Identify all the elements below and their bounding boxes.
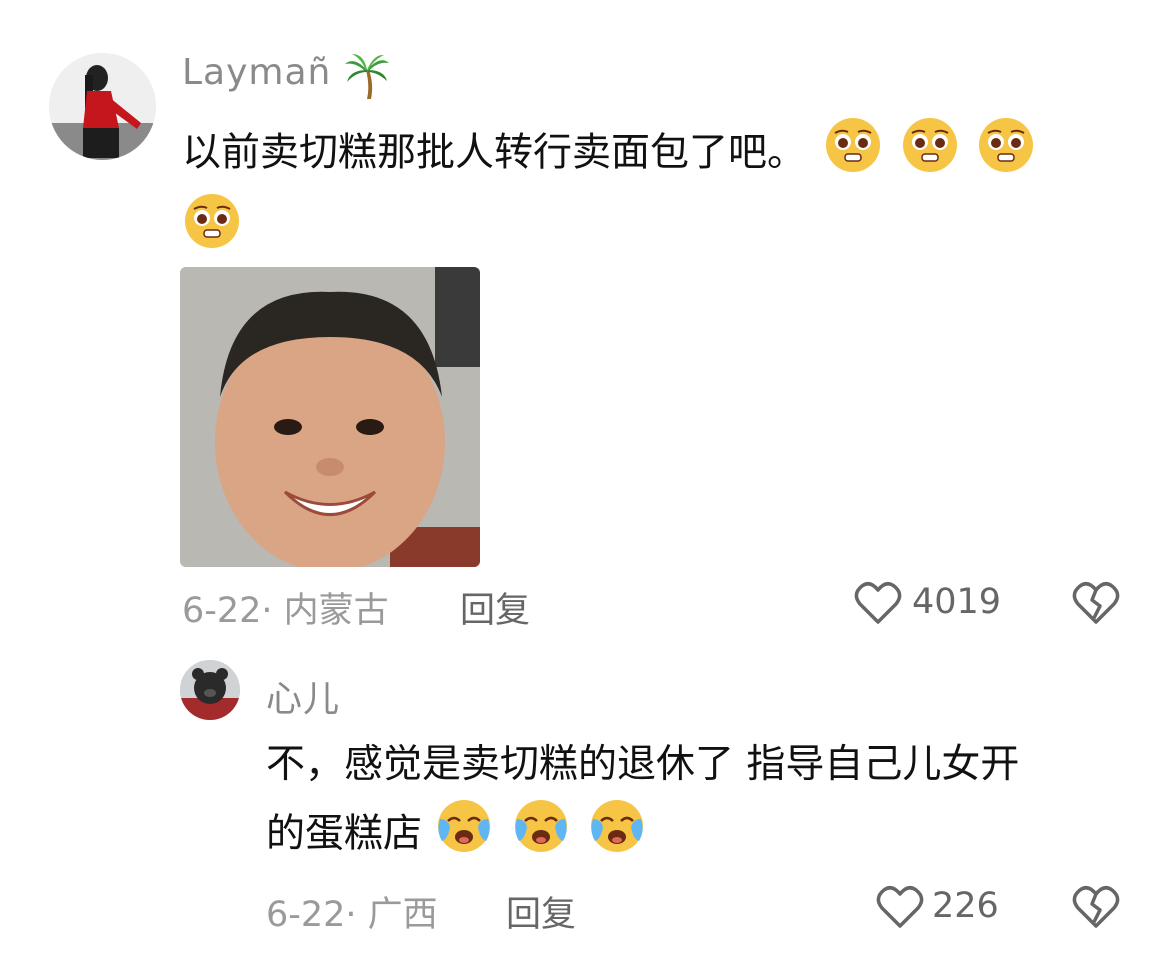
crying-face-icon <box>434 797 494 875</box>
username[interactable]: 心儿 <box>266 670 340 722</box>
comment-date-location: 6-22· 广西 <box>266 895 438 935</box>
avatar[interactable] <box>180 660 240 720</box>
comment-text: 不，感觉是卖切糕的退休了 指导自己儿女开 的蛋糕店 <box>266 733 1146 875</box>
broken-heart-icon[interactable] <box>1072 580 1120 630</box>
broken-heart-icon[interactable] <box>1072 884 1120 934</box>
like-count: 4019 <box>912 582 1002 622</box>
reply-button[interactable]: 回复 <box>506 886 576 937</box>
crying-face-icon <box>511 797 571 875</box>
comment-text-line: 不，感觉是卖切糕的退休了 指导自己儿女开 <box>266 742 1020 787</box>
comment-text-line: 的蛋糕店 <box>266 811 423 857</box>
comment-text-line: 以前卖切糕那批人转行卖面包了吧。 <box>182 130 807 176</box>
avatar[interactable] <box>49 53 156 160</box>
username[interactable]: Laymañ <box>182 52 331 93</box>
palm-tree-icon <box>344 52 390 104</box>
comment-date-location: 6-22· 内蒙古 <box>182 591 389 631</box>
comment-text-line-2: 的蛋糕店 <box>266 797 1146 875</box>
pleading-face-icon <box>824 116 882 194</box>
heart-icon[interactable] <box>854 580 902 630</box>
pleading-face-icon <box>977 116 1035 194</box>
pleading-face-icon <box>183 192 241 254</box>
pleading-face-icon <box>901 116 959 194</box>
comment-text: 以前卖切糕那批人转行卖面包了吧。 <box>182 116 1142 194</box>
like-count: 226 <box>932 886 999 926</box>
comment-image[interactable] <box>180 267 480 567</box>
reply-button[interactable]: 回复 <box>460 582 530 633</box>
heart-icon[interactable] <box>876 884 924 934</box>
crying-face-icon <box>587 797 647 875</box>
